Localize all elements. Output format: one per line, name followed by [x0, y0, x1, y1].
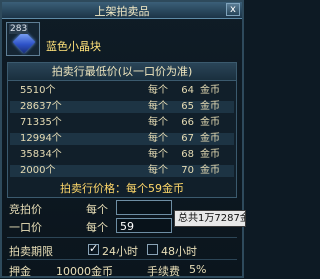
price-row-currency: 金币: [200, 165, 220, 176]
price-row-currency: 金币: [200, 149, 220, 160]
item-info: 283 蓝色小晶块: [6, 22, 238, 62]
item-slot[interactable]: 283: [6, 22, 40, 56]
price-row[interactable]: 28637个 每个 65 金币: [10, 101, 234, 113]
auction-listing-window: 上架拍卖品 x 283 蓝色小晶块 拍卖行最低价(以一口价为准) 5510个 每…: [0, 0, 246, 278]
fee-label: 手续费: [147, 265, 180, 278]
title-bar[interactable]: 上架拍卖品 x: [2, 2, 242, 19]
buyout-price-input[interactable]: 59: [116, 218, 172, 233]
price-row-price: 68: [181, 149, 194, 160]
price-row-currency: 金币: [200, 133, 220, 144]
price-row-price: 67: [181, 133, 194, 144]
duration-24h-checkbox[interactable]: [88, 242, 99, 255]
price-row[interactable]: 2000个 每个 70 金币: [10, 165, 234, 177]
stack-count: 283: [9, 24, 29, 34]
duration-24h-label[interactable]: 24小时: [102, 243, 138, 259]
price-row-each: 每个: [148, 85, 168, 96]
item-name: 蓝色小晶块: [46, 40, 101, 53]
bid-price-label: 竞拍价: [9, 203, 42, 216]
price-row-qty: 2000个: [20, 165, 56, 176]
price-row-each: 每个: [148, 149, 168, 160]
blue-crystal-icon: [12, 30, 36, 54]
duration-48h-label[interactable]: 48小时: [161, 243, 197, 259]
fee-value: 5%: [189, 263, 207, 276]
price-row[interactable]: 5510个 每个 64 金币: [10, 85, 234, 97]
auction-price-summary: 拍卖行价格：每个59金币: [60, 182, 184, 195]
deposit-label: 押金: [9, 265, 31, 278]
bid-price-input[interactable]: [116, 200, 172, 215]
price-panel-header: 拍卖行最低价(以一口价为准): [8, 63, 236, 81]
price-row-each: 每个: [148, 133, 168, 144]
price-row-price: 64: [181, 85, 194, 96]
price-row-each: 每个: [148, 101, 168, 112]
price-row-currency: 金币: [200, 101, 220, 112]
price-row-price: 65: [181, 101, 194, 112]
duration-48h-checkbox[interactable]: [147, 244, 158, 255]
buyout-price-value: 59: [120, 220, 134, 233]
price-row-each: 每个: [148, 165, 168, 176]
buyout-each-label: 每个: [86, 221, 108, 234]
price-row-price: 70: [181, 165, 194, 176]
total-price-tooltip: 总共1万7287金: [174, 210, 246, 227]
price-row-qty: 71335个: [20, 117, 62, 128]
price-row-price: 66: [181, 117, 194, 128]
price-row-qty: 28637个: [20, 101, 62, 112]
divider: [7, 237, 237, 238]
price-row[interactable]: 35834个 每个 68 金币: [10, 149, 234, 161]
divider: [7, 259, 237, 260]
buyout-price-label: 一口价: [9, 221, 42, 234]
deposit-value: 10000金币: [56, 265, 113, 278]
price-row-currency: 金币: [200, 85, 220, 96]
price-row-qty: 5510个: [20, 85, 56, 96]
window-title: 上架拍卖品: [94, 5, 150, 18]
price-row-qty: 35834个: [20, 149, 62, 160]
price-row-currency: 金币: [200, 117, 220, 128]
price-row[interactable]: 71335个 每个 66 金币: [10, 117, 234, 129]
duration-label: 拍卖期限: [9, 245, 53, 258]
price-row-qty: 12994个: [20, 133, 62, 144]
bid-each-label: 每个: [86, 203, 108, 216]
lowest-price-panel: 拍卖行最低价(以一口价为准) 5510个 每个 64 金币 28637个 每个 …: [7, 62, 237, 198]
price-row-each: 每个: [148, 117, 168, 128]
price-row[interactable]: 12994个 每个 67 金币: [10, 133, 234, 145]
close-button[interactable]: x: [226, 3, 240, 16]
